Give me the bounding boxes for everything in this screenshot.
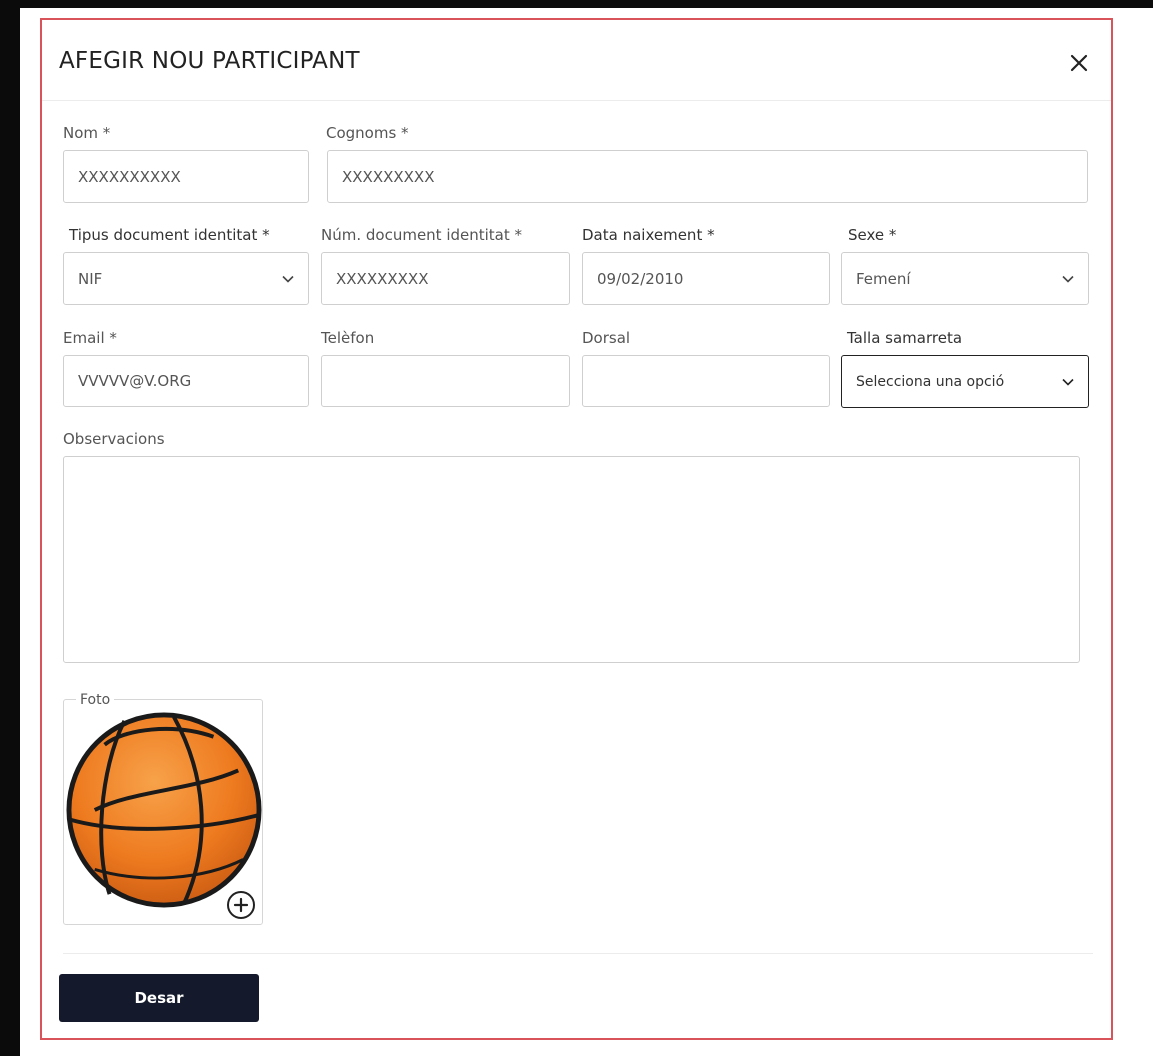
add-photo-button[interactable] (225, 889, 257, 921)
nom-label: Nom * (63, 124, 111, 142)
dialog-title: AFEGIR NOU PARTICIPANT (59, 48, 360, 74)
save-button[interactable]: Desar (59, 974, 259, 1022)
plus-circle-icon (227, 891, 255, 919)
chevron-down-icon (282, 273, 294, 285)
data-naixement-value: 09/02/2010 (597, 269, 684, 288)
dorsal-input[interactable] (582, 355, 830, 407)
num-document-value: XXXXXXXXX (336, 269, 429, 288)
telefon-input[interactable] (321, 355, 570, 407)
tipus-document-label: Tipus document identitat * (69, 226, 270, 244)
data-naixement-input[interactable]: 09/02/2010 (582, 252, 830, 305)
close-button[interactable] (1066, 50, 1092, 76)
cognoms-label: Cognoms * (326, 124, 409, 142)
sexe-label: Sexe * (848, 226, 897, 244)
data-naixement-label: Data naixement * (582, 226, 715, 244)
num-document-input[interactable]: XXXXXXXXX (321, 252, 570, 305)
cognoms-input[interactable]: XXXXXXXXX (327, 150, 1088, 203)
telefon-label: Telèfon (321, 329, 375, 347)
num-document-label: Núm. document identitat * (321, 226, 523, 244)
sexe-select[interactable]: Femení (841, 252, 1089, 305)
dorsal-label: Dorsal (582, 329, 631, 347)
talla-samarreta-value: Selecciona una opció (856, 373, 1005, 390)
email-label: Email * (63, 329, 117, 347)
talla-samarreta-select[interactable]: Selecciona una opció (841, 355, 1089, 408)
email-input[interactable]: VVVVV@V.ORG (63, 355, 309, 407)
talla-samarreta-label: Talla samarreta (847, 329, 963, 347)
footer-divider (63, 953, 1093, 954)
foto-legend: Foto (76, 692, 115, 708)
header-divider (42, 100, 1111, 101)
observacions-textarea[interactable] (63, 456, 1080, 663)
chevron-down-icon (1062, 273, 1074, 285)
sexe-value: Femení (856, 269, 911, 288)
basketball-image[interactable] (65, 711, 263, 909)
email-value: VVVVV@V.ORG (78, 372, 192, 390)
nom-value: XXXXXXXXXX (78, 167, 181, 186)
observacions-label: Observacions (63, 430, 165, 448)
close-icon (1070, 54, 1088, 72)
tipus-document-select[interactable]: NIF (63, 252, 309, 305)
nom-input[interactable]: XXXXXXXXXX (63, 150, 309, 203)
cognoms-value: XXXXXXXXX (342, 167, 435, 186)
tipus-document-value: NIF (78, 269, 103, 288)
chevron-down-icon (1062, 376, 1074, 388)
